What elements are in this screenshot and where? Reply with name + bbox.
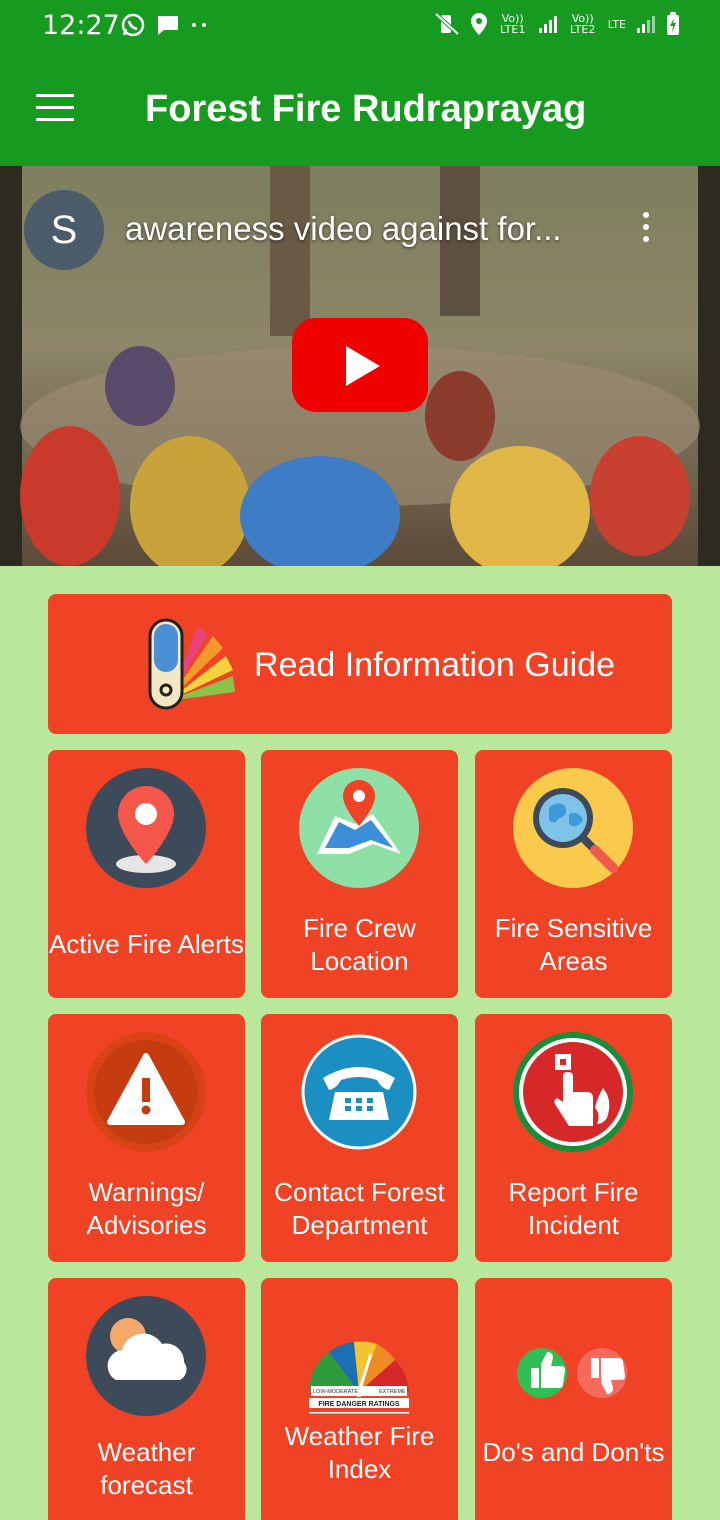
fire-crew-location-button[interactable]: Fire Crew Location [261, 750, 458, 998]
more-dots-icon [192, 23, 206, 27]
lte-label: LTE [607, 17, 626, 31]
gauge-title: FIRE DANGER RATINGS [318, 1401, 399, 1408]
active-fire-alerts-button[interactable]: Active Fire Alerts [48, 750, 245, 998]
battery-charging-icon [667, 12, 679, 35]
lte2-label: Vo)) LTE2 [570, 12, 596, 36]
tile-label: Fire Crew Location [303, 913, 416, 976]
channel-avatar[interactable]: S [24, 190, 104, 270]
play-button[interactable] [292, 318, 428, 412]
warning-icon [86, 1032, 206, 1152]
weather-fire-index-button[interactable]: LOW-MODERATE EXTREME FIRE DANGER RATINGS… [261, 1278, 458, 1520]
tile-label: Report Fire Incident [508, 1177, 639, 1240]
whatsapp-icon [121, 13, 145, 37]
thumbs-icon [517, 1348, 627, 1398]
tile-label: Active Fire Alerts [48, 929, 245, 959]
telephone-icon [301, 1034, 417, 1150]
tile-label: Weather Fire Index [284, 1421, 435, 1484]
globe-search-icon [513, 768, 633, 888]
dos-and-donts-button[interactable]: Do's and Don'ts [475, 1278, 672, 1520]
location-pin-icon [86, 768, 206, 888]
signal-icon [538, 16, 557, 33]
menu-button[interactable] [30, 94, 82, 128]
fire-sensitive-areas-button[interactable]: Fire Sensitive Areas [475, 750, 672, 998]
message-icon [158, 16, 178, 35]
warnings-advisories-button[interactable]: Warnings/ Advisories [48, 1014, 245, 1262]
fire-alarm-icon [513, 1032, 633, 1152]
weather-icon [86, 1296, 206, 1416]
guide-swatch-icon [148, 618, 235, 710]
video-player[interactable]: S awareness video against for... [0, 166, 720, 566]
fire-danger-gauge-icon: LOW-MODERATE EXTREME FIRE DANGER RATINGS [309, 1341, 409, 1414]
gauge-low-label: LOW-MODERATE [313, 1389, 358, 1395]
status-time: 12:27 [42, 10, 120, 41]
mute-vibrate-icon [434, 12, 460, 36]
map-icon [299, 768, 419, 888]
video-title[interactable]: awareness video against for... [125, 210, 562, 248]
gauge-extreme-label: EXTREME [379, 1389, 406, 1395]
read-information-guide-button[interactable]: Read Information Guide [48, 594, 672, 734]
video-more-icon[interactable] [640, 212, 652, 252]
tile-label: Contact Forest Department [274, 1177, 445, 1240]
tile-label: Fire Sensitive Areas [494, 913, 653, 976]
tile-label: Weather forecast [97, 1437, 196, 1500]
report-fire-incident-button[interactable]: Report Fire Incident [475, 1014, 672, 1262]
location-icon [470, 13, 487, 35]
status-bar: 12:27 Vo)) LTE1 Vo)) LTE2 LTE [0, 0, 720, 56]
contact-forest-department-button[interactable]: Contact Forest Department [261, 1014, 458, 1262]
signal-weak-icon [637, 16, 655, 33]
tile-label: Do's and Don'ts [482, 1437, 665, 1467]
guide-label: Read Information Guide [254, 646, 615, 684]
hamburger-icon [36, 94, 74, 97]
tile-label: Warnings/ Advisories [86, 1177, 207, 1240]
lte1-label: Vo)) LTE1 [500, 12, 526, 36]
app-bar: Forest Fire Rudraprayag [0, 56, 720, 166]
weather-forecast-button[interactable]: Weather forecast [48, 1278, 245, 1520]
page-title: Forest Fire Rudraprayag [145, 88, 587, 130]
